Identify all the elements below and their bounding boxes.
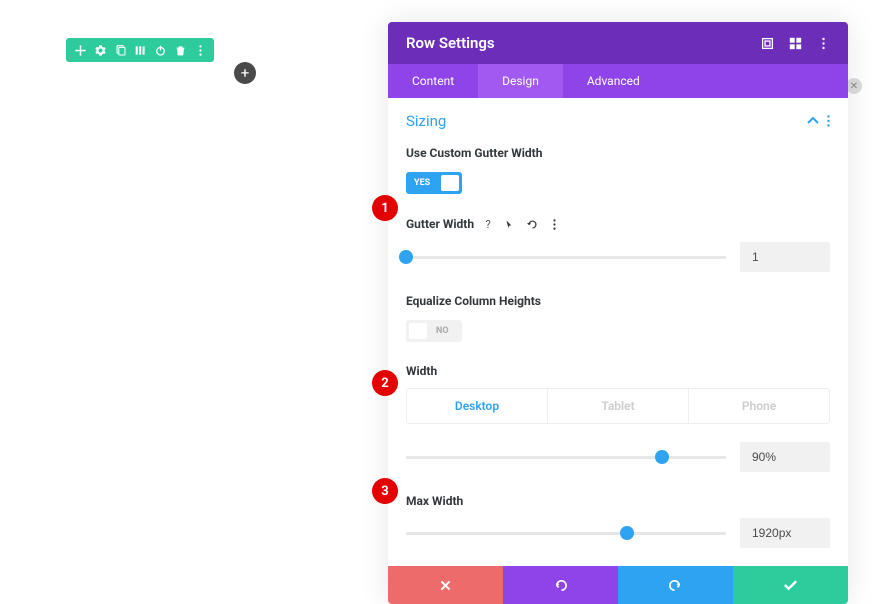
- annotation-2: 2: [372, 370, 398, 396]
- gutter-width-input[interactable]: [740, 242, 830, 272]
- row-toolbar: [66, 38, 214, 62]
- modal-tabs: Content Design Advanced: [388, 64, 848, 98]
- gutter-width-slider[interactable]: [406, 249, 726, 265]
- modal-body: Sizing Use Custom Gutter Width YES Gutte…: [388, 98, 848, 566]
- trash-icon[interactable]: [172, 42, 188, 58]
- redo-button[interactable]: [618, 566, 733, 604]
- row-settings-modal: Row Settings Content Design Advanced Siz…: [388, 22, 848, 604]
- toggle-equalize[interactable]: NO: [406, 320, 462, 342]
- field-label: Equalize Column Heights: [406, 294, 830, 308]
- resp-tab-tablet[interactable]: Tablet: [547, 389, 688, 423]
- field-label: Max Width: [406, 494, 830, 508]
- move-icon[interactable]: [72, 42, 88, 58]
- close-icon[interactable]: ✕: [846, 78, 862, 94]
- field-gutter-width: Gutter Width ?: [406, 216, 830, 272]
- toggle-knob: [441, 175, 459, 191]
- toggle-use-custom-gutter[interactable]: YES: [406, 172, 462, 194]
- chevron-up-icon[interactable]: [807, 117, 819, 125]
- field-inline-actions: ?: [480, 216, 562, 232]
- expand-icon[interactable]: [760, 36, 774, 50]
- resp-tab-desktop[interactable]: Desktop: [407, 389, 547, 423]
- width-input[interactable]: [740, 442, 830, 472]
- section-header: Sizing: [406, 112, 830, 130]
- responsive-tabs: Desktop Tablet Phone: [406, 388, 830, 424]
- field-width: Width Desktop Tablet Phone: [406, 364, 830, 472]
- field-equalize: Equalize Column Heights NO: [406, 294, 830, 342]
- field-label: Use Custom Gutter Width: [406, 146, 830, 160]
- max-width-input[interactable]: [740, 518, 830, 548]
- grid-icon[interactable]: [788, 36, 802, 50]
- tab-content[interactable]: Content: [388, 64, 478, 98]
- modal-title: Row Settings: [406, 34, 495, 52]
- add-button[interactable]: +: [234, 62, 256, 84]
- modal-header-actions: [760, 36, 830, 50]
- more-icon[interactable]: [816, 36, 830, 50]
- field-use-custom-gutter: Use Custom Gutter Width YES: [406, 146, 830, 194]
- toggle-knob: [409, 323, 427, 339]
- more-icon[interactable]: [546, 216, 562, 232]
- modal-footer: [388, 566, 848, 604]
- columns-icon[interactable]: [132, 42, 148, 58]
- tab-advanced[interactable]: Advanced: [563, 64, 664, 98]
- width-slider[interactable]: [406, 449, 726, 465]
- more-icon[interactable]: [192, 42, 208, 58]
- power-icon[interactable]: [152, 42, 168, 58]
- more-icon[interactable]: [827, 115, 830, 127]
- hover-icon[interactable]: [502, 216, 518, 232]
- save-button[interactable]: [733, 566, 848, 604]
- resp-tab-phone[interactable]: Phone: [688, 389, 829, 423]
- field-label: Gutter Width: [406, 217, 474, 231]
- modal-header: Row Settings: [388, 22, 848, 64]
- annotation-3: 3: [372, 478, 398, 504]
- reset-icon[interactable]: [524, 216, 540, 232]
- cancel-button[interactable]: [388, 566, 503, 604]
- help-icon[interactable]: ?: [480, 216, 496, 232]
- section-actions: [807, 115, 830, 127]
- field-label: Width: [406, 364, 830, 378]
- toggle-text: YES: [406, 178, 430, 188]
- gear-icon[interactable]: [92, 42, 108, 58]
- tab-design[interactable]: Design: [478, 64, 563, 98]
- annotation-1: 1: [372, 195, 398, 221]
- section-title[interactable]: Sizing: [406, 112, 446, 130]
- field-max-width: Max Width: [406, 494, 830, 548]
- copy-icon[interactable]: [112, 42, 128, 58]
- max-width-slider[interactable]: [406, 525, 726, 541]
- undo-button[interactable]: [503, 566, 618, 604]
